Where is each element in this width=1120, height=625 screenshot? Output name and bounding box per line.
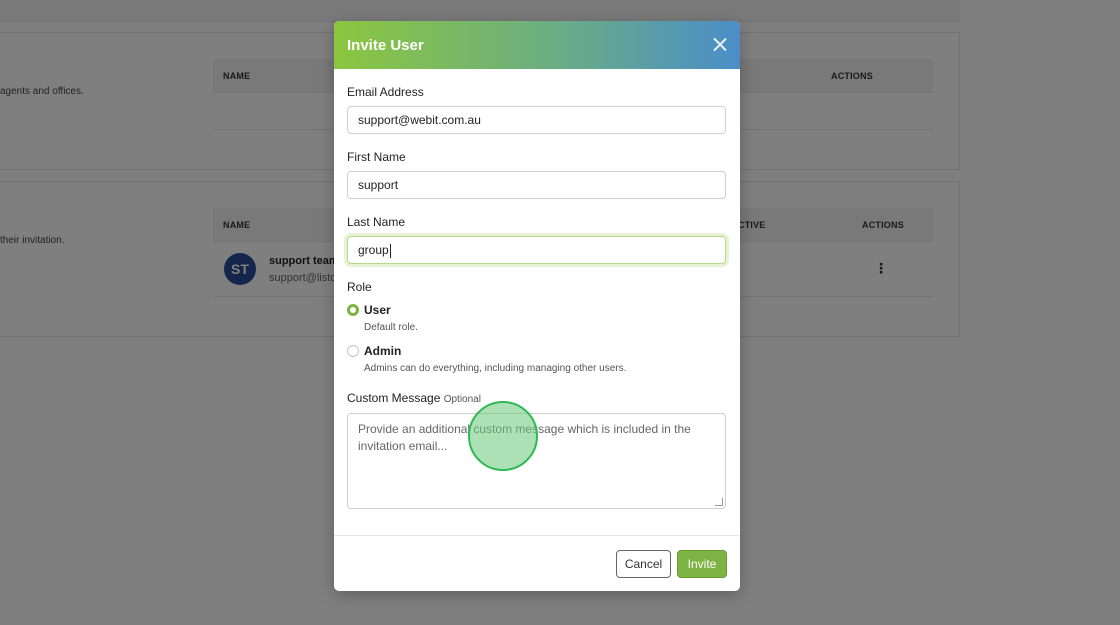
email-value: support@webit.com.au xyxy=(358,113,481,127)
first-name-value: support xyxy=(358,178,399,192)
role-user-description: Default role. xyxy=(364,322,418,333)
role-label: Role xyxy=(347,280,372,294)
footer-divider xyxy=(334,535,740,536)
email-field[interactable]: support@webit.com.au xyxy=(347,106,726,134)
role-admin-radio[interactable] xyxy=(347,345,359,357)
first-name-field[interactable]: support xyxy=(347,171,726,199)
last-name-value: group xyxy=(358,243,389,257)
cancel-button[interactable]: Cancel xyxy=(616,550,671,578)
close-icon[interactable] xyxy=(712,36,728,52)
invite-button[interactable]: Invite xyxy=(677,550,727,578)
optional-tag: Optional xyxy=(443,394,481,405)
first-name-label: First Name xyxy=(347,150,406,164)
role-user-title[interactable]: User xyxy=(364,303,391,317)
role-admin-title[interactable]: Admin xyxy=(364,344,401,358)
custom-message-label-text: Custom Message xyxy=(347,391,441,405)
role-user-radio[interactable] xyxy=(347,304,359,316)
role-admin-description: Admins can do everything, including mana… xyxy=(364,363,627,374)
modal-header: Invite User xyxy=(334,21,740,69)
click-indicator xyxy=(468,401,538,471)
custom-message-label: Custom Message Optional xyxy=(347,391,481,405)
text-caret xyxy=(389,243,391,258)
invite-user-modal: Invite User Email Address support@webit.… xyxy=(334,21,740,591)
last-name-label: Last Name xyxy=(347,215,406,229)
last-name-field[interactable]: group xyxy=(347,236,726,264)
modal-title: Invite User xyxy=(347,37,424,54)
email-label: Email Address xyxy=(347,85,424,99)
resize-handle-icon[interactable] xyxy=(715,498,723,506)
